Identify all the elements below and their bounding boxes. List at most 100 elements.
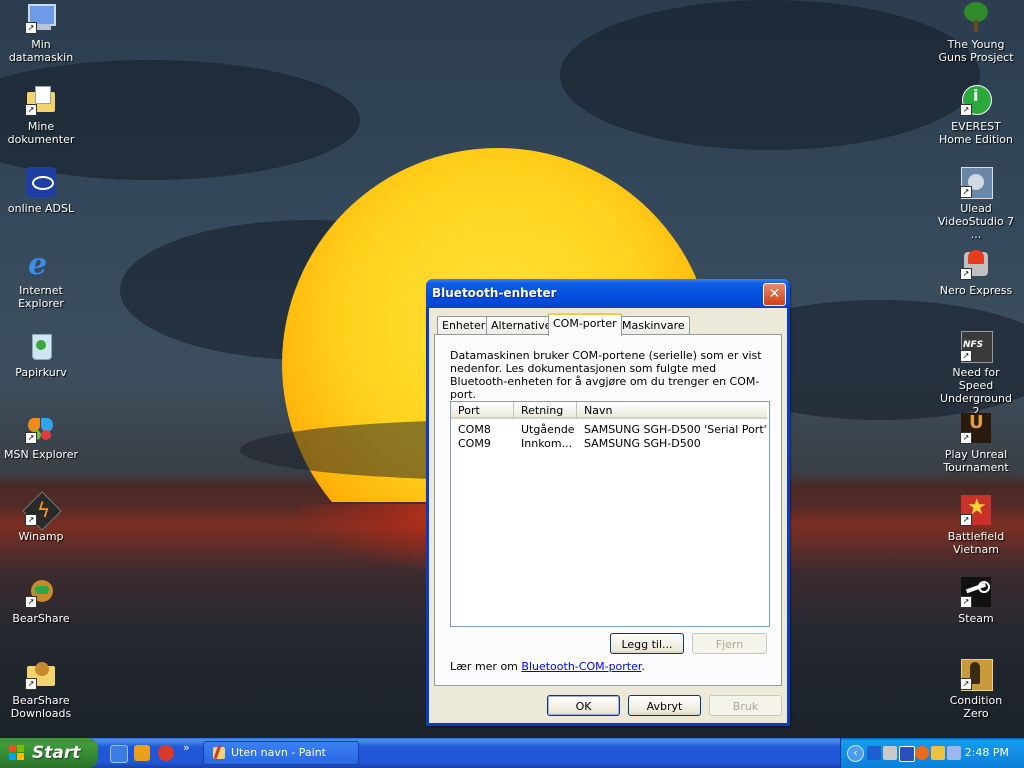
tab-label: COM-porter [553,317,617,330]
bluetooth-tray-icon[interactable] [867,746,881,760]
bluetooth-com-link[interactable]: Bluetooth-COM-porter [521,660,641,673]
column-header-retning[interactable]: Retning [514,402,577,419]
desktop-icon-label: BearShare Downloads [10,694,72,720]
taskbar: Start » Uten navn - Paint ‹ 2:48 PM [0,738,1024,768]
adsl-tray-icon[interactable] [899,746,915,762]
quicklaunch-3-icon[interactable] [158,745,174,761]
desktop-icon-young-guns[interactable]: The Young Guns Prosject [936,2,1016,64]
cloud [560,0,980,150]
remove-button[interactable]: Fjern [692,633,767,654]
start-button[interactable]: Start [0,738,98,768]
desktop-icon-label: Condition Zero [949,694,1003,720]
table-row[interactable]: COM9 Innkom... SAMSUNG SGH-D500 [451,437,767,451]
com-port-list[interactable]: Port Retning Navn COM8 Utgående SAMSUNG … [450,401,770,627]
desktop-icon-unreal[interactable]: U ↗ Play Unreal Tournament [936,412,1016,474]
column-header-label: Retning [521,404,564,417]
desktop-icon-mine-dokumenter[interactable]: ↗ Mine dokumenter [1,84,81,146]
desktop-icon-bearshare-downloads[interactable]: ↗ BearShare Downloads [1,658,81,720]
cell-direction: Utgående [521,423,575,436]
volume-tray-icon[interactable] [947,746,961,760]
desktop-icon-label: Internet Explorer [18,284,64,310]
antivirus-tray-icon[interactable] [915,746,929,760]
desktop-icon-label: Need for Speed Underground 2 [939,366,1013,418]
desktop-icon-label: Min datamaskin [8,38,74,64]
desktop-icon-condition-zero[interactable]: ↗ Condition Zero [936,658,1016,720]
close-icon: ✕ [768,286,781,302]
desktop-icon-bearshare[interactable]: ↗ BearShare [1,576,81,625]
desktop-icon-nfs[interactable]: NFS ↗ Need for Speed Underground 2 [936,330,1016,418]
quicklaunch-2-icon[interactable] [134,745,150,761]
desktop-icon-online-adsl[interactable]: online ADSL [1,166,81,215]
cell-direction: Innkom... [521,437,573,450]
table-row[interactable]: COM8 Utgående SAMSUNG SGH-D500 'Serial P… [451,423,767,437]
network-tray-icon[interactable] [883,746,897,760]
title-bar[interactable]: Bluetooth-enheter ✕ [426,279,790,308]
desktop-icon-label: Play Unreal Tournament [943,448,1009,474]
dialog-title: Bluetooth-enheter [432,286,557,300]
steam-icon: ↗ [960,576,992,608]
desktop-icon-battlefield[interactable]: ★ ↗ Battlefield Vietnam [936,494,1016,556]
ok-button[interactable]: OK [547,695,620,716]
nfs-icon: NFS ↗ [960,330,993,363]
quicklaunch-overflow-icon[interactable]: » [183,741,190,754]
desktop-icon-internet-explorer[interactable]: e Internet Explorer [1,247,81,311]
quicklaunch-1-icon[interactable] [110,745,128,763]
desktop-icon-winamp[interactable]: ϟ ↗ Winamp [1,491,81,543]
cell-name: SAMSUNG SGH-D500 'Serial Port' [584,423,767,436]
desktop-icon-label: The Young Guns Prosject [938,38,1014,64]
tray-expand-icon[interactable]: ‹ [847,745,864,762]
documents-folder-icon: ↗ [25,84,57,116]
start-label: Start [32,743,81,763]
desktop-icon-everest[interactable]: i ↗ EVEREST Home Edition [936,84,1016,146]
desktop-icon-label: Mine dokumenter [7,120,75,146]
desktop-icon-label: BearShare [12,612,70,625]
desktop-icon-label: Ulead VideoStudio 7 ... [937,202,1015,241]
unreal-icon: U ↗ [960,412,992,444]
desktop-icon-steam[interactable]: ↗ Steam [936,576,1016,625]
desktop-icon-label: Papirkurv [15,366,67,379]
system-tray: ‹ 2:48 PM [840,738,1024,768]
desktop-icon-papirkurv[interactable]: Papirkurv [1,330,81,379]
bearshare-folder-icon: ↗ [25,658,57,690]
nero-icon: ↗ [960,248,992,280]
tab-com-porter[interactable]: COM-porter [548,313,622,336]
column-header-port[interactable]: Port [451,402,514,419]
desktop-icon-label: MSN Explorer [4,448,78,461]
bluetooth-dialog: Bluetooth-enheter ✕ Enheter Alternativer… [426,279,790,726]
tree-icon [960,2,992,34]
taskbar-button-label: Uten navn - Paint [231,746,326,759]
desktop-icon-ulead[interactable]: ↗ Ulead VideoStudio 7 ... [936,166,1016,241]
column-header-navn[interactable]: Navn [577,402,767,419]
desktop-icon-nero[interactable]: ↗ Nero Express [936,248,1016,297]
app-tray-icon[interactable] [931,746,945,760]
column-header-label: Navn [584,404,613,417]
cancel-button[interactable]: Avbryt [628,695,701,716]
desktop-icon-label: online ADSL [7,202,75,215]
apply-button[interactable]: Bruk [709,695,782,716]
desktop-icon-label: EVEREST Home Edition [938,120,1014,146]
msn-butterfly-icon: ↗ [25,412,57,444]
desktop-icon-msn-explorer[interactable]: ↗ MSN Explorer [1,412,81,461]
windows-logo-icon [9,745,25,761]
tab-maskinvare[interactable]: Maskinvare [617,316,690,334]
desktop-icon-label: Nero Express [939,284,1013,297]
recycle-bin-icon [25,330,57,362]
tab-panel: Datamaskinen bruker COM-portene (seriell… [434,334,782,686]
learn-more-prefix: Lær mer om [450,660,522,673]
videostudio-icon: ↗ [960,166,993,199]
adsl-icon [25,166,57,198]
tab-label: Maskinvare [622,319,685,332]
battlefield-star-icon: ★ ↗ [960,494,992,526]
tab-enheter[interactable]: Enheter [437,316,491,334]
tab-label: Enheter [442,319,486,332]
internet-explorer-icon: e [28,247,48,282]
learn-more-suffix: . [641,660,645,673]
taskbar-button-paint[interactable]: Uten navn - Paint [203,741,359,765]
clock[interactable]: 2:48 PM [965,738,1009,768]
desktop-icon-min-datamaskin[interactable]: ↗ Min datamaskin [1,2,81,64]
close-button[interactable]: ✕ [763,283,786,306]
desktop-icon-label: Winamp [18,530,64,543]
everest-icon: i ↗ [960,84,992,116]
add-button[interactable]: Legg til... [610,633,684,654]
bearshare-icon: ↗ [25,576,57,608]
